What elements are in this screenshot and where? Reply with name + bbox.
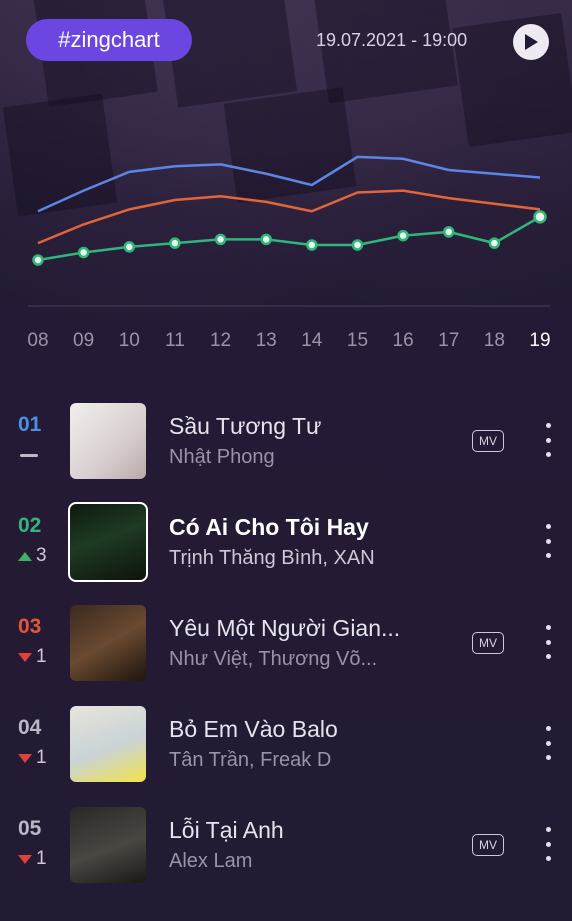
song-row[interactable]: 01 Sầu Tương Tư Nhật Phong MV — [0, 395, 572, 481]
no-change-icon — [20, 453, 38, 457]
x-tick-label[interactable]: 16 — [383, 330, 423, 352]
song-artist[interactable]: Alex Lam — [169, 850, 409, 873]
chart-point[interactable] — [123, 241, 136, 253]
x-tick-label[interactable]: 11 — [155, 330, 195, 352]
more-dot — [545, 740, 551, 746]
mv-badge[interactable]: MV — [472, 632, 504, 654]
more-dot — [545, 423, 551, 428]
chart-point[interactable] — [488, 237, 501, 249]
x-tick-label[interactable]: 09 — [64, 330, 104, 352]
more-dot — [545, 755, 551, 760]
arrow-down-icon — [18, 652, 32, 662]
rank-trend — [18, 445, 58, 465]
rank-trend: 3 — [18, 545, 58, 566]
x-axis-labels: 08 09 10 11 12 13 14 15 16 17 18 19 — [0, 330, 572, 360]
more-dot — [545, 524, 551, 529]
song-rank: 04 — [18, 716, 42, 739]
more-dot — [545, 726, 551, 731]
x-tick-label[interactable]: 18 — [474, 330, 514, 352]
chart-point[interactable] — [533, 210, 547, 224]
song-artist[interactable]: Nhật Phong — [169, 446, 409, 469]
rank-trend: 1 — [18, 848, 58, 869]
chart-point[interactable] — [397, 229, 409, 242]
album-cover[interactable] — [70, 403, 146, 479]
chart-point[interactable] — [260, 233, 272, 246]
x-tick-label[interactable]: 08 — [18, 330, 58, 352]
more-dot — [545, 654, 551, 659]
more-dot — [545, 538, 551, 544]
chart-point[interactable] — [442, 226, 455, 238]
chart-series-line-1 — [37, 155, 541, 213]
chart-point[interactable] — [214, 233, 227, 246]
chart-point[interactable] — [306, 239, 318, 251]
song-row[interactable]: 03 1 Yêu Một Người Gian... Như Việt, Thương… — [0, 597, 572, 683]
chart-timestamp: 19.07.2021 - 19:00 — [316, 30, 468, 50]
chart-point[interactable] — [351, 239, 364, 251]
chart-point[interactable] — [77, 246, 90, 259]
mv-badge[interactable]: MV — [472, 834, 504, 856]
mv-badge[interactable]: MV — [472, 430, 504, 452]
x-tick-label[interactable]: 14 — [292, 330, 332, 352]
album-cover[interactable] — [70, 807, 146, 883]
song-rank: 01 — [18, 413, 42, 436]
song-title[interactable]: Sầu Tương Tư — [169, 413, 439, 440]
more-options-icon[interactable] — [538, 423, 558, 457]
more-dot — [545, 827, 551, 832]
song-title[interactable]: Lỗi Tại Anh — [169, 817, 439, 844]
song-rank: 05 — [18, 817, 42, 840]
more-dot — [545, 625, 551, 630]
more-dot — [545, 856, 551, 861]
trend-value: 3 — [36, 545, 47, 566]
more-options-icon[interactable] — [538, 524, 558, 558]
chart-point[interactable] — [169, 237, 181, 249]
song-row[interactable]: 04 1 Bỏ Em Vào Balo Tân Trần, Freak D — [0, 698, 572, 784]
song-rank: 03 — [18, 615, 42, 638]
zingchart-badge[interactable]: #zingchart — [26, 19, 192, 61]
chart-series-line-3 — [37, 215, 541, 262]
song-artist[interactable]: Như Việt, Thương Võ... — [169, 648, 409, 671]
album-cover[interactable] — [70, 605, 146, 681]
song-artist[interactable]: Tân Trần, Freak D — [169, 749, 409, 772]
x-tick-label[interactable]: 13 — [246, 330, 286, 352]
x-tick-label[interactable]: 17 — [429, 330, 469, 352]
x-tick-label[interactable]: 10 — [109, 330, 149, 352]
song-row[interactable]: 02 3 Có Ai Cho Tôi Hay Trịnh Thăng Bình, XA… — [0, 496, 572, 582]
song-artist[interactable]: Trịnh Thăng Bình, XAN — [169, 547, 409, 570]
trend-value: 1 — [36, 848, 47, 869]
song-title[interactable]: Có Ai Cho Tôi Hay — [169, 514, 439, 541]
more-dot — [545, 452, 551, 457]
more-dot — [545, 841, 551, 847]
x-tick-label[interactable]: 19 — [520, 330, 560, 352]
song-title[interactable]: Bỏ Em Vào Balo — [169, 716, 439, 743]
chart-point[interactable] — [32, 254, 44, 266]
more-options-icon[interactable] — [538, 726, 558, 760]
arrow-down-icon — [18, 753, 32, 763]
play-button[interactable] — [513, 24, 549, 60]
arrow-up-icon — [18, 551, 32, 561]
play-icon — [525, 34, 538, 50]
song-rank: 02 — [18, 514, 42, 537]
more-dot — [545, 639, 551, 645]
rank-trend: 1 — [18, 646, 58, 667]
more-dot — [545, 553, 551, 558]
more-options-icon[interactable] — [538, 827, 558, 861]
song-title[interactable]: Yêu Một Người Gian... — [169, 615, 439, 642]
x-tick-label[interactable]: 12 — [201, 330, 241, 352]
trend-value: 1 — [36, 646, 47, 667]
x-tick-label[interactable]: 15 — [337, 330, 377, 352]
trend-value: 1 — [36, 747, 47, 768]
header: #zingchart 19.07.2021 - 19:00 — [0, 0, 572, 80]
rank-trend: 1 — [18, 747, 58, 768]
arrow-down-icon — [18, 854, 32, 864]
song-row[interactable]: 05 1 Lỗi Tại Anh Alex Lam MV — [0, 799, 572, 885]
album-cover[interactable] — [70, 706, 146, 782]
more-dot — [545, 437, 551, 443]
zingchart-screen: #zingchart 19.07.2021 - 19:00 08 09 10 11 12… — [0, 0, 572, 921]
album-cover[interactable] — [68, 502, 148, 582]
more-options-icon[interactable] — [538, 625, 558, 659]
